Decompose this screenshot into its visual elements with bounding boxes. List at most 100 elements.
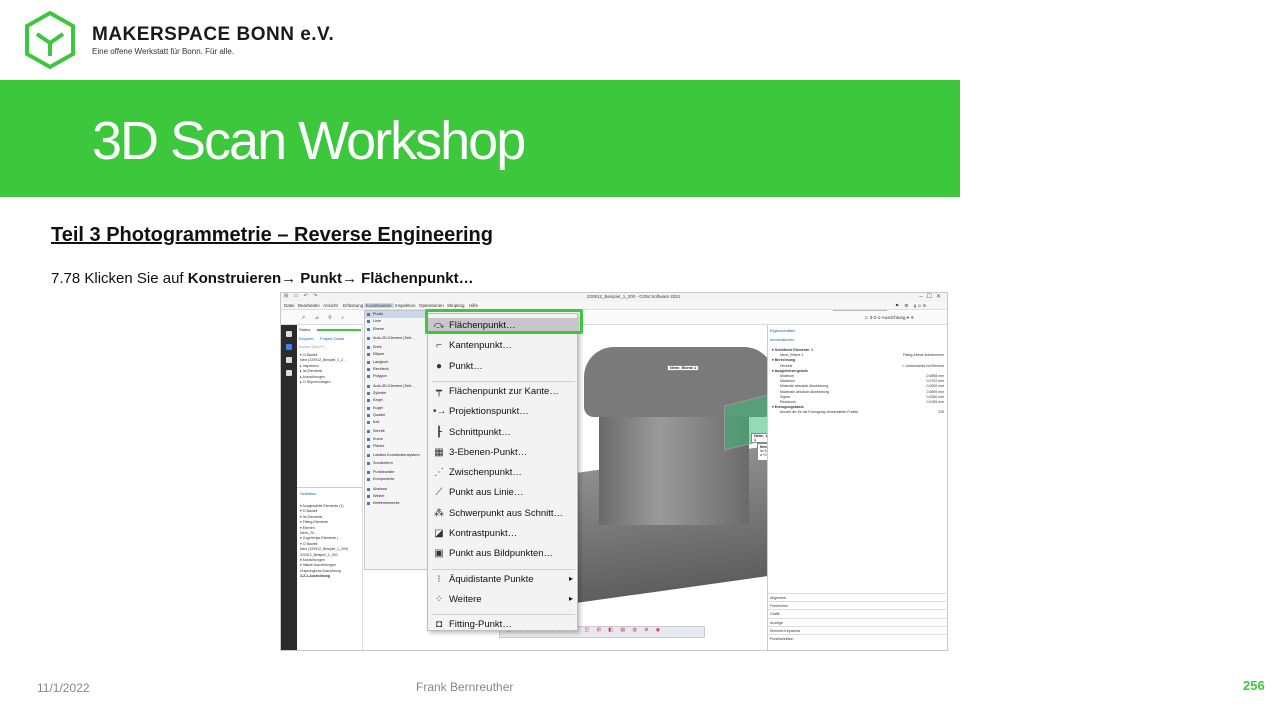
report-icon[interactable] (286, 357, 292, 363)
alignment-selector[interactable]: ▷ 3-2-1-Ausrichtung ▾ ✛ (865, 315, 914, 321)
konstruieren-menu-item[interactable]: Kreis (365, 344, 427, 351)
menu-inspektion[interactable]: Inspektion (395, 303, 416, 308)
konstruieren-menu-item[interactable]: Kugel (365, 405, 427, 412)
menu-item-label: Zwischenpunkt… (449, 467, 522, 479)
konstruieren-menu-item[interactable]: Lokales Koordinatensystem (365, 452, 427, 459)
konstruieren-menu-item[interactable]: Quader (365, 412, 427, 419)
section-element-keywords[interactable]: Element-Keywords (768, 625, 946, 634)
konstruieren-menu-item[interactable]: Komponente (365, 476, 427, 483)
section-fehler[interactable]: Fehlerchen (768, 601, 946, 609)
menu-item-more[interactable]: ⁘ Weitere ▸ (428, 592, 579, 608)
menu-item-edge-point[interactable]: ⌐ Kantenpunkt… (428, 338, 579, 354)
menu-item-intersection-point[interactable]: ┠ Schnittpunkt… (428, 425, 579, 441)
menu-erfassung[interactable]: Erfassung (343, 303, 363, 308)
contrast-point-icon: ◪ (434, 528, 444, 539)
menu-item-surface-point-edge[interactable]: ┯ Flächenpunkt zur Kante… (428, 384, 579, 400)
menu-bearbeiten[interactable]: Bearbeiten (298, 303, 320, 308)
konstruieren-menu-item[interactable]: Punktewolke (365, 469, 427, 476)
konstruieren-menu-item[interactable]: Punkt (365, 311, 427, 319)
konstruieren-menu-item[interactable]: Keil (365, 419, 427, 426)
status-bar (317, 329, 361, 331)
section-punktselektion[interactable]: Punktselektion (768, 633, 946, 642)
explorer-tabs: Explorer Projekt-Guide (299, 336, 350, 341)
konstruieren-menu: Punkt Linie Ebene Auto-2D-Element (Selt… Kre… (364, 310, 428, 570)
menu-ansicht[interactable]: Ansicht (323, 303, 338, 308)
fitting-point-icon: ◘ (435, 619, 443, 631)
menu-item-midpoint[interactable]: ⋰ Zwischenpunkt… (428, 465, 579, 481)
menu-item-projection-point[interactable]: •→ Projektionspunkt… (428, 404, 579, 420)
instruction-step-konstruieren: Konstruieren (187, 270, 282, 287)
konstruieren-menu-item[interactable]: Schnitt (365, 428, 427, 435)
konstruieren-menu-item[interactable]: Auto-3D-Element (Selt… (365, 383, 427, 390)
menu-item-equidistant-points[interactable]: ⁝ Äquidistante Punkte ▸ (428, 572, 579, 588)
menu-item-contrast-point[interactable]: ◪ Kontrastpunkt… (428, 526, 579, 542)
table-icon[interactable] (286, 370, 292, 376)
section-grafik[interactable]: Grafik (768, 609, 946, 617)
konstruieren-menu-item[interactable]: Linie (365, 318, 427, 325)
explorer-icon[interactable] (286, 344, 292, 350)
brand-tagline: Eine offene Werkstatt für Bonn. Für alle… (92, 47, 234, 56)
konstruieren-menu-item[interactable]: Fläche (365, 443, 427, 450)
menu-skripting[interactable]: Skripting (447, 303, 465, 308)
menu-item-point[interactable]: ● Punkt… (428, 359, 579, 375)
menu-item-point-from-line[interactable]: ⟋ Punkt aus Linie… (428, 485, 579, 501)
intersection-point-icon: ┠ (435, 426, 443, 438)
top-right-icons[interactable]: ⚑ ⚙ gom (895, 303, 928, 309)
instruction-prefix: 7.78 Klicken Sie auf (51, 270, 188, 287)
status-label: Status (299, 327, 311, 332)
selection-tree: ▾ Ausgewählte Elemente (1) ▾ ⊡ Bauteil ▾… (300, 504, 348, 580)
instruction-step-punkt: Punkt (300, 270, 342, 287)
konstruieren-menu-item[interactable]: Polygon (365, 373, 427, 380)
properties-tab[interactable]: Eigenschaften (770, 328, 795, 333)
konstruieren-menu-item[interactable]: Langloch (365, 359, 427, 366)
menu-item-centroid[interactable]: ⁂ Schwerpunkt aus Schnitt… (428, 506, 579, 522)
konstruieren-menu-item[interactable]: Ebene (365, 326, 427, 333)
plane-label[interactable]: Nenn_Ebene 1 (667, 365, 700, 371)
selection-header[interactable]: Selektion (300, 491, 316, 496)
konstruieren-menu-item[interactable]: Abstand (365, 486, 427, 493)
konstruieren-menu-item[interactable]: Zylinder (365, 390, 427, 397)
property-row[interactable]: Anzahl der für die Erzeugung verwendeten… (772, 410, 944, 415)
menu-operationen[interactable]: Operationen (419, 303, 444, 308)
title-banner: 3D Scan Workshop (0, 80, 960, 197)
section-anzeige[interactable]: Anzeige (768, 617, 946, 626)
highlight-box (425, 309, 583, 334)
menu-item-three-plane-point[interactable]: ▦ 3-Ebenen-Punkt… (428, 445, 579, 461)
left-icon-strip (281, 325, 297, 650)
brand-name: MAKERSPACE BONN e.V. (92, 24, 335, 45)
quick-access-icons[interactable]: ⊞ ▭ ↶ ↷ (284, 293, 319, 299)
gom-app-screenshot: ⊞ ▭ ↶ ↷ 220912_Beispiel_1_200 - GOM Soft… (280, 292, 948, 651)
tree-item[interactable]: Netz (220912_Beispiel_1_200) (300, 547, 348, 552)
explorer-panel: Status Explorer Projekt-Guide Suchen (St… (297, 325, 363, 487)
explorer-search[interactable]: Suchen (Strg+F) (299, 345, 325, 349)
menu-separator (432, 614, 575, 616)
konstruieren-menu-item[interactable]: Rechteck (365, 366, 427, 373)
konstruieren-menu-item[interactable]: Winkel (365, 493, 427, 500)
konstruieren-menu-item[interactable]: Kegel (365, 397, 427, 404)
tree-item[interactable]: 3-2-1-Ausrichtung (300, 574, 348, 579)
menu-item-image-point[interactable]: ▣ Punkt aus Bildpunkten… (428, 546, 579, 562)
konstruieren-menu-item[interactable]: Kurve (365, 436, 427, 443)
instruction-step-flaechenpunkt: Flächenpunkt… (361, 270, 474, 287)
surface-point-edge-icon: ┯ (435, 385, 443, 397)
menu-datei[interactable]: Datei (284, 303, 295, 308)
konstruieren-menu-item[interactable]: Ellipse (365, 351, 427, 358)
slide-title: 3D Scan Workshop (92, 111, 526, 171)
menu-item-label: Punkt… (449, 360, 483, 372)
information-header[interactable]: Informationen (770, 337, 794, 342)
tree-item[interactable]: ▸ ⊡ Reportvorlagen (300, 380, 347, 385)
section-allgemein[interactable]: Allgemein (768, 593, 946, 601)
tab-explorer[interactable]: Explorer (299, 336, 314, 341)
menu-item-label: Punkt aus Linie… (449, 487, 524, 499)
konstruieren-menu-item[interactable]: Auto-2D-Element (Selt… (365, 335, 427, 342)
window-controls[interactable]: –☐✕ (919, 293, 945, 300)
menu-item-fitting-point[interactable]: ◘ Fitting-Punkt… (428, 617, 579, 633)
home-icon[interactable] (286, 331, 292, 337)
menu-item-label: 3-Ebenen-Punkt… (449, 446, 528, 458)
konstruieren-menu-item[interactable]: Sonderform (365, 460, 427, 467)
menu-hilfe[interactable]: Hilfe (469, 303, 478, 308)
tab-projekt-guide[interactable]: Projekt-Guide (320, 336, 344, 341)
menu-konstruieren[interactable]: Konstruieren (364, 303, 394, 308)
toolbar-icons[interactable]: ↗ ⊿ ⚲ ⌕ (301, 315, 348, 321)
konstruieren-menu-item[interactable]: Kletterelemente (365, 500, 427, 507)
